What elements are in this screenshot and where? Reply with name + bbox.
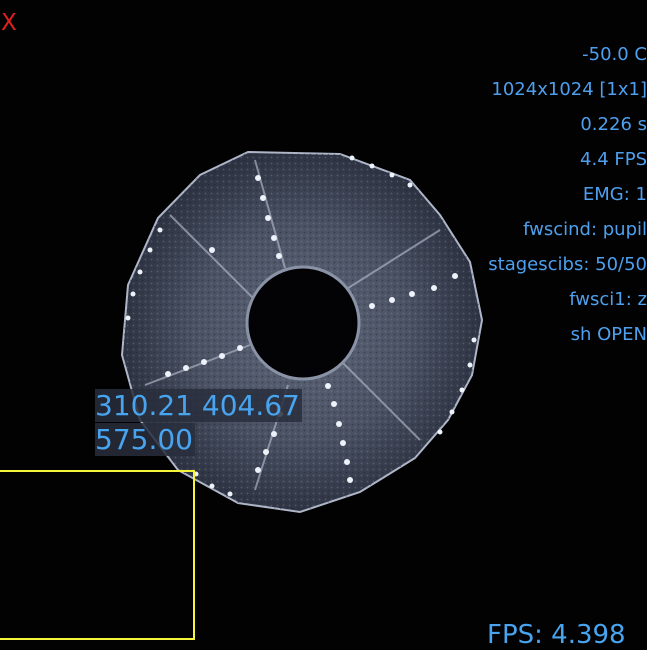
fps-footer: FPS: 4.398: [487, 620, 626, 650]
status-fwscind: fwscind: pupil: [523, 219, 647, 240]
status-exposure: 0.226 s: [580, 114, 647, 135]
cursor-coordinates: 310.21 404.67: [95, 389, 302, 422]
cursor-value: 575.00: [95, 423, 195, 456]
status-fps: 4.4 FPS: [580, 149, 647, 170]
status-temperature: -50.0 C: [582, 44, 647, 65]
status-resolution: 1024x1024 [1x1]: [491, 79, 647, 100]
cursor-readout: 310.21 404.67 575.00: [95, 389, 302, 457]
status-stagescibs: stagescibs: 50/50: [488, 254, 647, 275]
status-shutter: sh OPEN: [570, 324, 647, 345]
roi-selection-box[interactable]: [0, 470, 195, 640]
status-fwsci1: fwsci1: z: [569, 289, 647, 310]
status-emg: EMG: 1: [582, 184, 647, 205]
close-icon[interactable]: X: [1, 8, 17, 38]
